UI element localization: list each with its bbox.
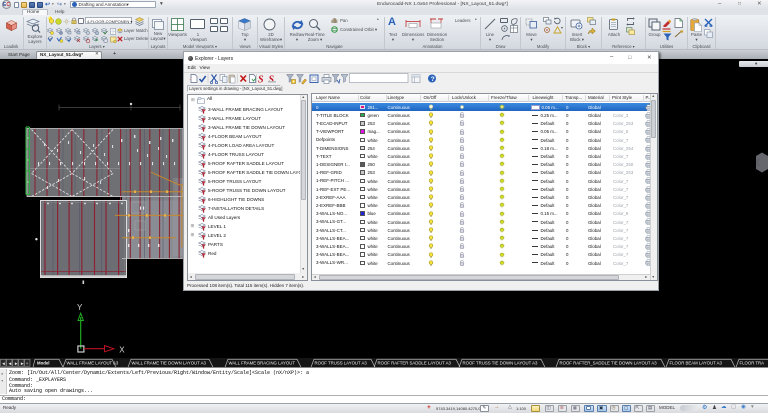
svg-text:?: ?	[431, 76, 435, 83]
svg-text:WALL FRAME BRACING LAYOUT: WALL FRAME BRACING LAYOUT	[229, 360, 296, 365]
svg-text:FLOOR TRA: FLOOR TRA	[740, 360, 765, 365]
svg-text:WALL FRAME LAYOUT A3: WALL FRAME LAYOUT A3	[67, 360, 119, 365]
svg-text:Y: Y	[77, 303, 83, 312]
svg-text:WALL FRAME TIE DOWN LAYOUT A3: WALL FRAME TIE DOWN LAYOUT A3	[132, 360, 207, 365]
svg-text:◄: ◄	[1, 360, 5, 365]
svg-text:X: X	[119, 345, 125, 354]
svg-text:FLOOR BEAM LAYOUT A3: FLOOR BEAM LAYOUT A3	[670, 360, 723, 365]
svg-text:+: +	[26, 360, 29, 365]
svg-text:ROOF TRUSS LAYOUT A3: ROOF TRUSS LAYOUT A3	[315, 360, 368, 365]
svg-text:►: ►	[20, 360, 24, 365]
svg-text:Model: Model	[37, 360, 49, 365]
svg-text:S: S	[258, 75, 264, 86]
svg-text:◄: ◄	[8, 360, 12, 365]
svg-text:►: ►	[14, 360, 18, 365]
svg-text:ROOF RAFTER SADDLE LAYOUT A3: ROOF RAFTER SADDLE LAYOUT A3	[378, 360, 452, 365]
svg-text:ROOF TRUSS TIE DOWN LAYOUT A3: ROOF TRUSS TIE DOWN LAYOUT A3	[463, 360, 539, 365]
svg-text:ROOF RAFTER_SADDLE TIE DOWN LA: ROOF RAFTER_SADDLE TIE DOWN LAYOUT A3	[560, 360, 658, 365]
svg-text:S: S	[269, 75, 275, 86]
